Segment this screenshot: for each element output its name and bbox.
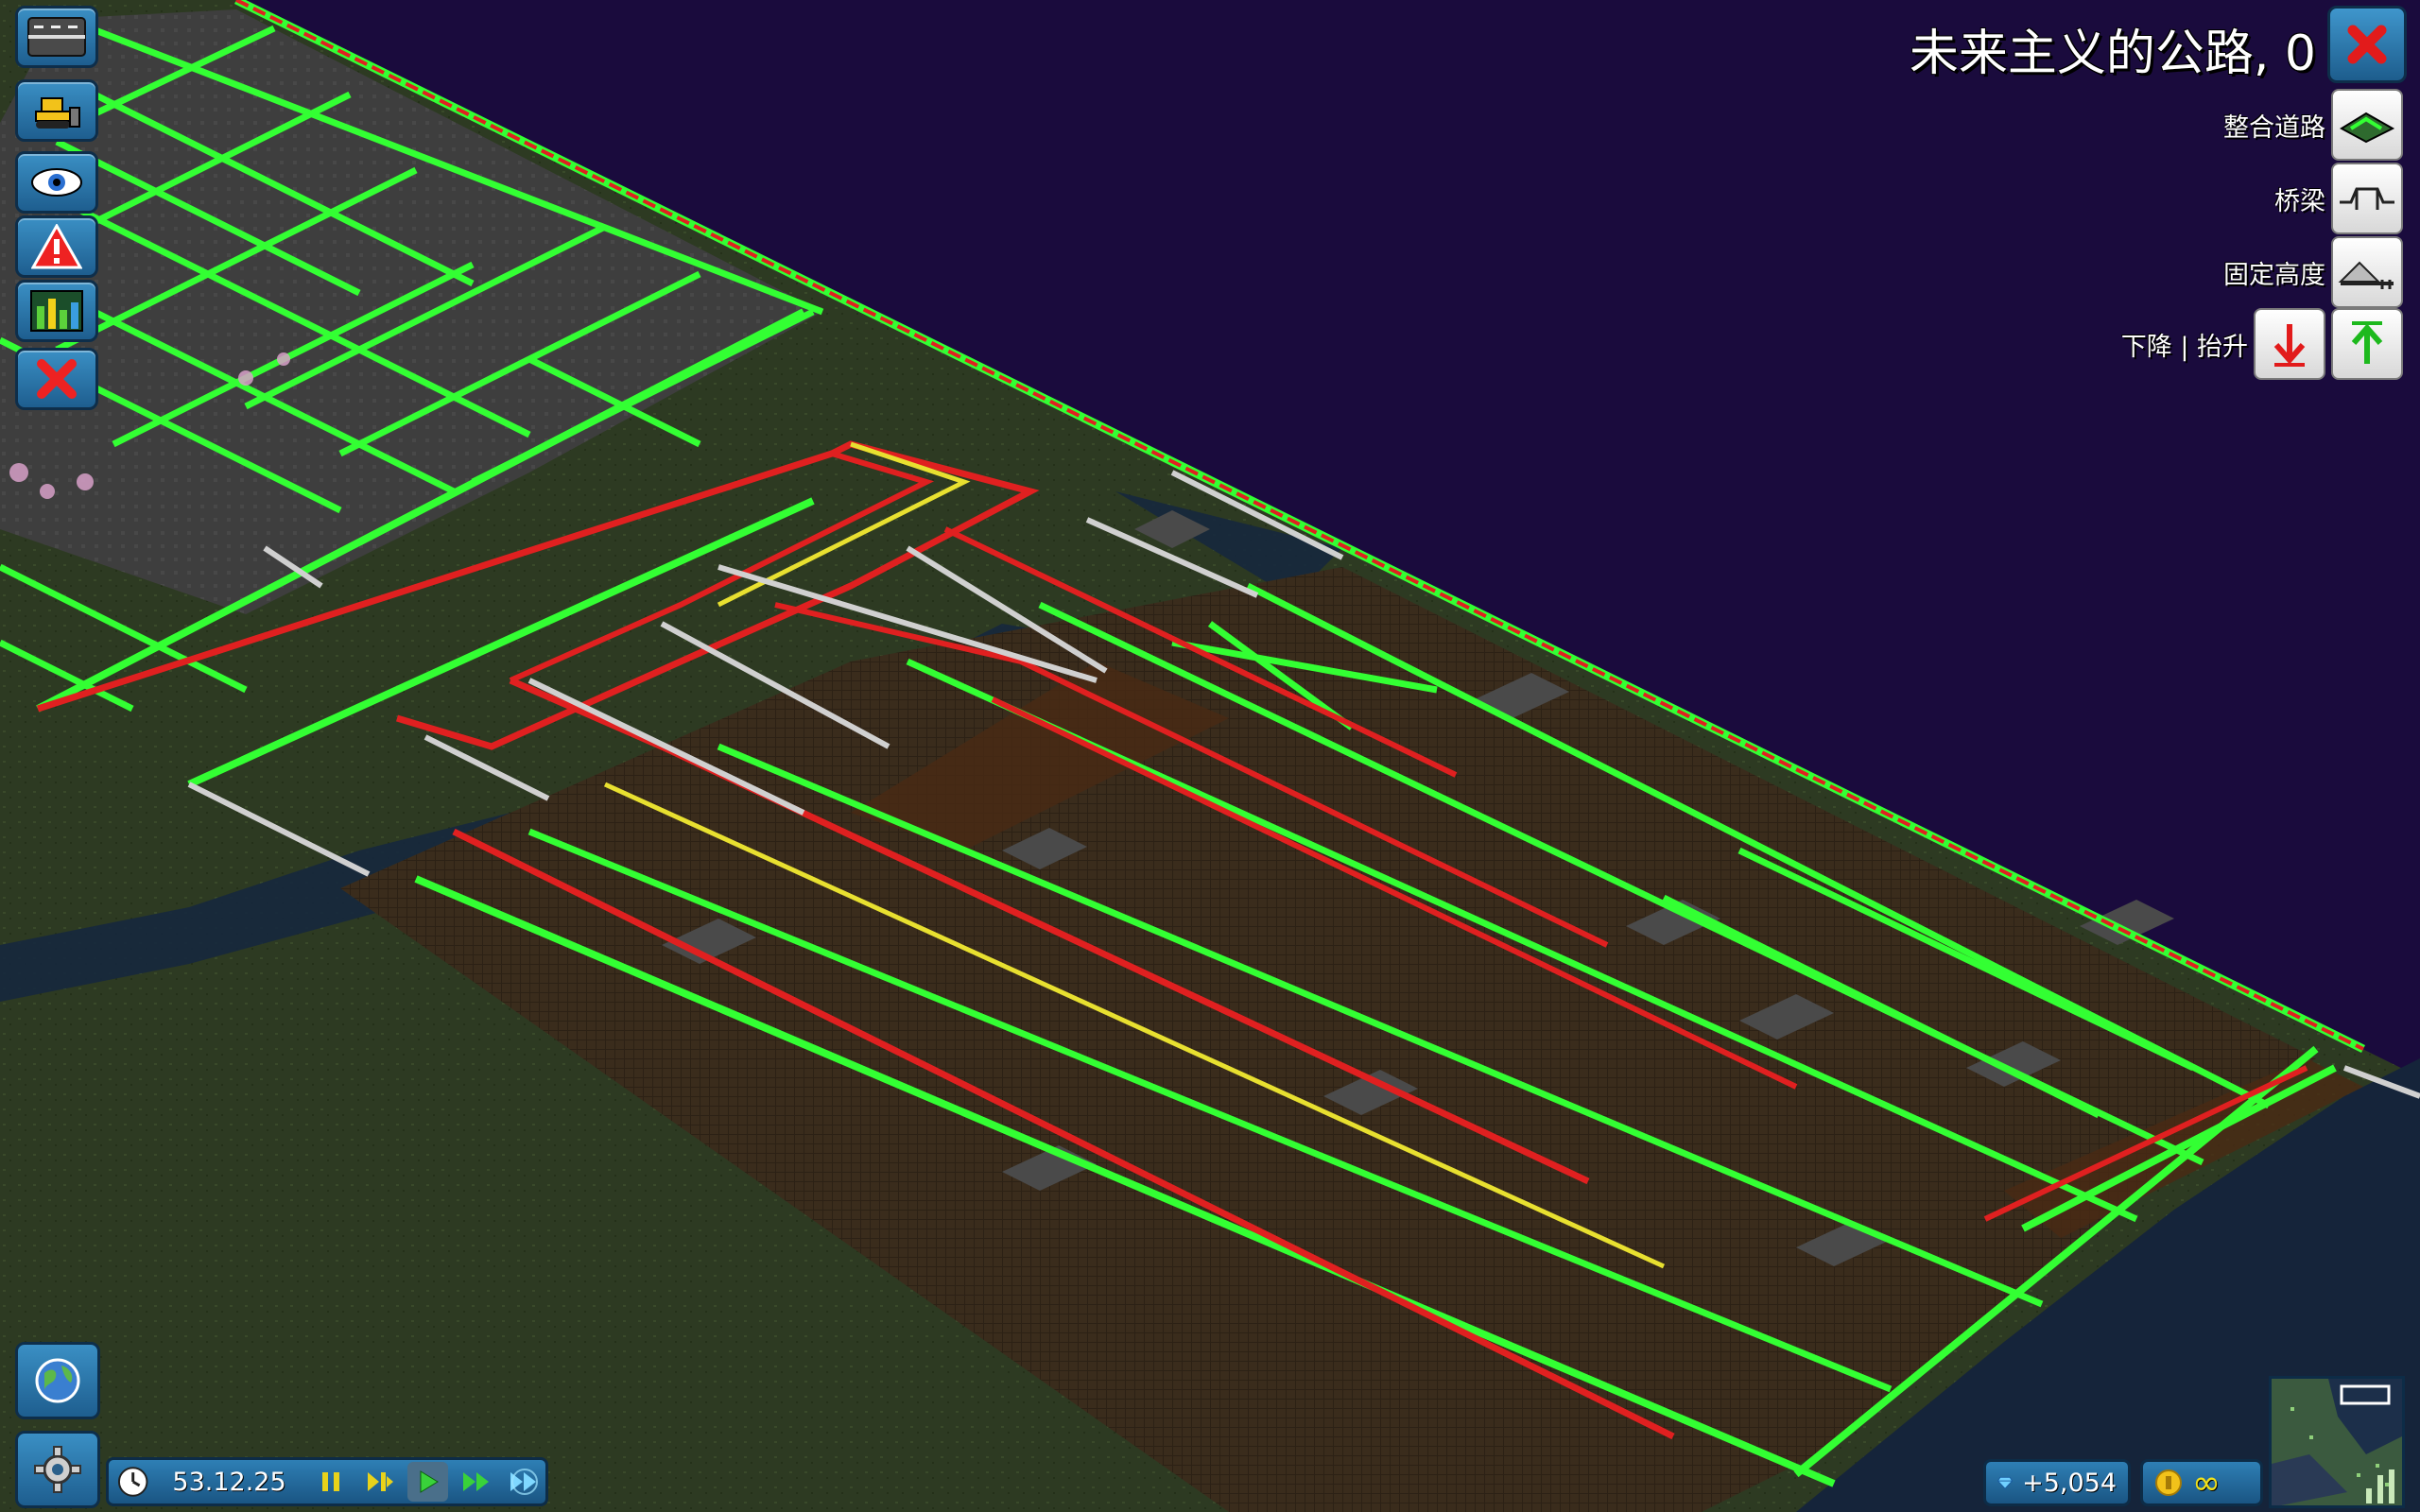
money-counter[interactable]: ∞ [2140,1459,2263,1506]
slow-speed-button[interactable] [359,1462,400,1502]
fastest-icon [510,1469,539,1495]
option-label: 固定高度 [2223,260,2325,290]
road-menu-button[interactable] [15,6,98,68]
panel-close-button[interactable] [2327,6,2407,83]
slow-icon [367,1472,393,1491]
fixed-height-icon [2338,261,2394,289]
money-amount: ∞ [2192,1463,2221,1503]
bridge-icon [2340,187,2394,210]
arrow-up-icon [2351,321,2383,364]
option-bridge[interactable]: 桥梁 [2274,163,2403,234]
option-label: 桥梁 [2274,186,2325,216]
option-fixed-height[interactable]: 固定高度 [2223,236,2403,308]
settings-button[interactable] [15,1431,100,1508]
bulldozer-button[interactable] [15,79,98,142]
minimap-view [2272,1379,2402,1505]
statistics-button[interactable] [15,280,98,342]
height-adjust-label: 下降 | 抬升 [2120,332,2248,362]
pause-button[interactable] [311,1462,352,1502]
coin-icon [2155,1469,2182,1496]
raise-button[interactable] [2331,308,2403,380]
world-button[interactable] [15,1342,100,1419]
minimap[interactable] [2269,1376,2405,1508]
diamond-counter[interactable]: +5,054 [1983,1459,2131,1506]
fast-icon [463,1472,490,1491]
diamond-icon [1997,1476,2014,1489]
time-controls: 53.12.25 [106,1457,548,1506]
game-date: 53.12.25 [172,1467,286,1497]
option-label: 整合道路 [2223,112,2325,143]
clock-icon [117,1467,148,1497]
play-icon [420,1470,439,1493]
close-icon [2347,25,2387,64]
tool-title: 未来主义的公路, 0 [1909,26,2316,82]
world-map[interactable] [0,0,2420,1512]
view-eye-icon [31,168,82,197]
merge-road-button[interactable] [2331,89,2403,161]
road-menu-icon [27,17,86,57]
arrow-down-icon [2273,324,2306,367]
warnings-button[interactable] [15,215,98,278]
close-tools-button[interactable] [15,348,98,410]
view-button[interactable] [15,151,98,214]
normal-speed-button[interactable] [407,1462,449,1502]
globe-icon [35,1358,80,1403]
chart-bars-icon [30,290,83,332]
option-merge-road[interactable]: 整合道路 [2223,89,2403,161]
bridge-button[interactable] [2331,163,2403,234]
bulldozer-icon [35,97,80,129]
fast-speed-button[interactable] [456,1462,496,1502]
game-viewport[interactable]: 未来主义的公路, 0 整合道路 桥梁 固定高度 下降 | 抬升 53.12.25… [0,0,2420,1512]
gear-icon [34,1446,81,1493]
warning-icon [31,224,82,269]
diamond-amount: +5,054 [2022,1468,2117,1498]
close-x-icon [37,359,77,399]
merge-road-icon [2339,112,2395,144]
fastest-speed-button[interactable] [505,1462,545,1502]
lower-button[interactable] [2254,308,2325,380]
pause-icon [322,1472,340,1491]
fixed-height-button[interactable] [2331,236,2403,308]
height-adjust-row: 下降 | 抬升 [2120,308,2403,380]
